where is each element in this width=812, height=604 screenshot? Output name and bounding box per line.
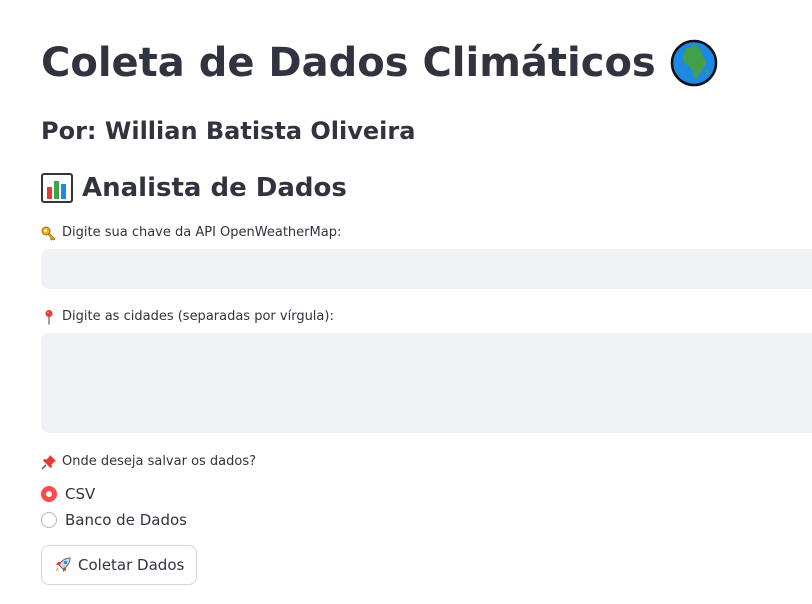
api-key-label-text: Digite sua chave da API OpenWeatherMap: — [62, 225, 342, 240]
storage-label: Onde deseja salvar os dados? — [41, 453, 256, 471]
radio-option-label: Banco de Dados — [65, 511, 187, 529]
storage-label-text: Onde deseja salvar os dados? — [62, 454, 257, 469]
bar-chart-icon — [41, 173, 73, 203]
radio-option-label: CSV — [65, 485, 96, 503]
rocket-icon — [54, 556, 72, 574]
api-key-label: Digite sua chave da API OpenWeatherMap: — [41, 224, 341, 242]
radio-unselected-icon[interactable] — [41, 512, 57, 528]
collect-data-button[interactable]: Coletar Dados — [41, 545, 198, 585]
collect-data-button-label: Coletar Dados — [78, 556, 185, 574]
api-key-input[interactable] — [41, 249, 812, 289]
page-title: Coleta de Dados Climáticos — [41, 36, 718, 90]
pushpin-icon — [41, 454, 57, 470]
radio-option-csv[interactable]: CSV — [41, 481, 187, 507]
pin-icon — [41, 309, 57, 325]
section-title: Analista de Dados — [41, 170, 347, 206]
cities-textarea[interactable] — [41, 333, 812, 433]
globe-africa-icon — [670, 39, 718, 87]
page-title-text: Coleta de Dados Climáticos — [41, 40, 656, 86]
cities-label: Digite as cidades (separadas por vírgula… — [41, 308, 334, 326]
radio-selected-icon[interactable] — [41, 486, 57, 502]
key-icon — [41, 225, 57, 241]
author-subtitle: Por: Willian Batista Oliveira — [41, 117, 416, 145]
section-title-text: Analista de Dados — [82, 173, 347, 203]
cities-label-text: Digite as cidades (separadas por vírgula… — [62, 309, 334, 324]
storage-radio-group: CSV Banco de Dados — [41, 481, 187, 533]
page: Coleta de Dados Climáticos Por: Willian … — [0, 0, 812, 604]
radio-option-database[interactable]: Banco de Dados — [41, 507, 187, 533]
